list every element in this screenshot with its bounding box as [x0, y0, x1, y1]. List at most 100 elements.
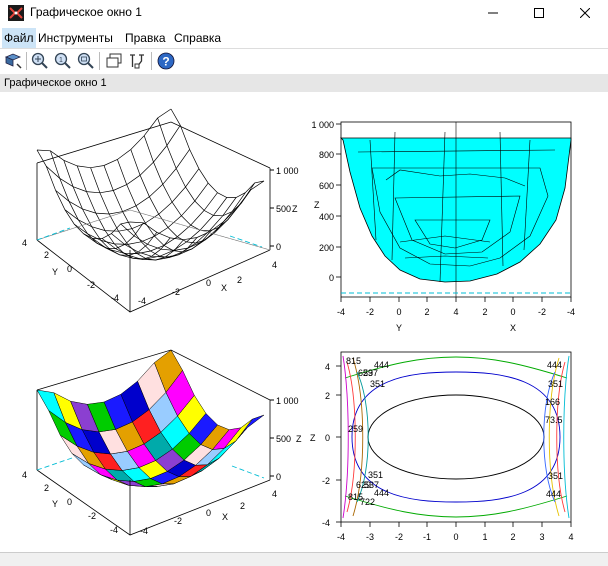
cs-x-label: X: [222, 512, 228, 522]
contour-x-tick: -3: [366, 532, 374, 542]
contour-y-tick: 0: [325, 433, 330, 443]
cs-y-tick: 2: [44, 483, 49, 493]
wf-z-label: Z: [292, 204, 298, 214]
wf-mesh-line: [76, 165, 171, 260]
contour-level-label: 259: [348, 424, 363, 434]
close-button[interactable]: [562, 0, 608, 26]
plots-svg: 1 000 500 0 Z 4 2 0 -2 -4 Y 4 2 0 -2 -4 …: [22, 108, 575, 542]
proj-x-tick: 2: [424, 307, 429, 317]
contour-x-tick: 1: [482, 532, 487, 542]
help-button[interactable]: ?: [156, 51, 176, 71]
menu-tools[interactable]: Инструменты: [36, 28, 115, 48]
graphic-canvas[interactable]: 1 000 500 0 Z 4 2 0 -2 -4 Y 4 2 0 -2 -4 …: [0, 92, 608, 552]
proj-x-tick: 2: [482, 307, 487, 317]
windows-button[interactable]: [104, 51, 124, 71]
contour-level-label: 351: [368, 470, 383, 480]
wf-y-tick: 0: [67, 264, 72, 274]
status-bar: [0, 552, 608, 566]
menu-edit[interactable]: Правка: [123, 28, 168, 48]
contour-level-label: 444: [547, 360, 562, 370]
svg-text:?: ?: [162, 55, 169, 69]
proj-y-tick: 0: [329, 273, 334, 283]
plot-contour: 815 444 629 537 351 444 351 166 259 73.5…: [310, 351, 574, 542]
cs-y-label: Y: [52, 499, 58, 509]
toolbar: 1 ?: [0, 48, 608, 73]
contour-level-label: 166: [545, 397, 560, 407]
cs-y-tick: 4: [22, 470, 27, 480]
windows-icon: [106, 53, 122, 68]
proj-y-axis-label: Y: [396, 323, 402, 333]
zoom-button[interactable]: [30, 51, 50, 71]
proj-x-tick: -4: [567, 307, 575, 317]
svg-text:1: 1: [59, 57, 63, 64]
wf-y-tick: 4: [22, 238, 27, 248]
figure-name-label: Графическое окно 1: [4, 77, 107, 89]
scilab-app-icon: [8, 5, 24, 21]
help-icon: ?: [157, 52, 175, 70]
cs-y-tick: -2: [88, 511, 96, 521]
contour-y-tick: -2: [322, 476, 330, 486]
cs-z-label: Z: [296, 434, 302, 444]
wf-z-tick: 0: [276, 242, 281, 252]
plot-colored-surface: 1 000 500 0 Z 4 2 0 -2 -4 Y 4 2 0 -2 -4 …: [22, 349, 302, 536]
wf-mesh-line: [46, 125, 181, 194]
zoom-region-button[interactable]: [76, 51, 96, 71]
maximize-button[interactable]: [516, 0, 562, 26]
cs-z-tick: 500: [276, 434, 291, 444]
proj-y-tick: 400: [319, 212, 334, 222]
close-icon: [580, 8, 590, 18]
cs-x-tick: 2: [240, 501, 245, 511]
cs-x-tick: -4: [140, 526, 148, 536]
proj-x-tick: 4: [453, 307, 458, 317]
proj-x-tick: 0: [510, 307, 515, 317]
wf-mesh-line: [36, 108, 172, 169]
wf-z-tick: 1 000: [276, 166, 299, 176]
proj-x-tick: 0: [396, 307, 401, 317]
contour-x-tick: -4: [337, 532, 345, 542]
wf-mesh-line: [120, 182, 255, 251]
contour-level-label: 537: [363, 368, 378, 378]
datatip-button[interactable]: [127, 51, 147, 71]
cs-x-tick: 0: [206, 508, 211, 518]
proj-y-tick: 600: [319, 181, 334, 191]
contour-level-label: 722: [360, 497, 375, 507]
proj-x-tick: -2: [538, 307, 546, 317]
contour-level-label: 444: [374, 488, 389, 498]
wf-x-label: X: [221, 283, 227, 293]
contour-y-tick: 2: [325, 391, 330, 401]
cs-y-tick: 0: [67, 497, 72, 507]
proj-x-axis-label: X: [510, 323, 516, 333]
wf-x-tick: 0: [206, 278, 211, 288]
contour-level-label: 351: [370, 379, 385, 389]
plot-projection: 1 000 800 600 400 200 0 Z -4 -2 0 2 4 2 …: [311, 120, 575, 333]
rotate-button[interactable]: [3, 51, 23, 71]
wf-mesh-line: [143, 135, 238, 232]
contour-level-label: 444: [546, 489, 561, 499]
proj-x-tick: -4: [337, 307, 345, 317]
window-title: Графическое окно 1: [30, 5, 142, 19]
contour-x-tick: -2: [395, 532, 403, 542]
wf-mesh-line: [129, 180, 265, 241]
contour-z-label: Z: [310, 433, 316, 443]
zoom-reset-button[interactable]: 1: [53, 51, 73, 71]
menu-help[interactable]: Справка: [172, 28, 223, 48]
menu-file[interactable]: Файл: [2, 28, 36, 48]
wf-z-tick: 500: [276, 204, 291, 214]
plot-wireframe: 1 000 500 0 Z 4 2 0 -2 -4 Y 4 2 0 -2 -4 …: [22, 108, 299, 313]
wf-y-tick: -2: [87, 280, 95, 290]
minimize-button[interactable]: [470, 0, 516, 26]
zoom-region-icon: [77, 52, 94, 69]
proj-y-tick: 200: [319, 243, 334, 253]
wf-mesh-line: [170, 108, 265, 198]
zoom-icon: [31, 52, 48, 69]
contour-level-label: 815: [346, 356, 361, 366]
cs-x-tick: -2: [174, 516, 182, 526]
toolbar-separator: [26, 52, 27, 70]
contour-level-label: 351: [548, 471, 563, 481]
contour-y-tick: -4: [322, 518, 330, 528]
contour-level-label: 351: [548, 379, 563, 389]
contour-x-tick: 2: [510, 532, 515, 542]
cs-z-tick: 0: [276, 472, 281, 482]
wf-y-label: Y: [52, 267, 58, 277]
proj-y-tick: 800: [319, 150, 334, 160]
